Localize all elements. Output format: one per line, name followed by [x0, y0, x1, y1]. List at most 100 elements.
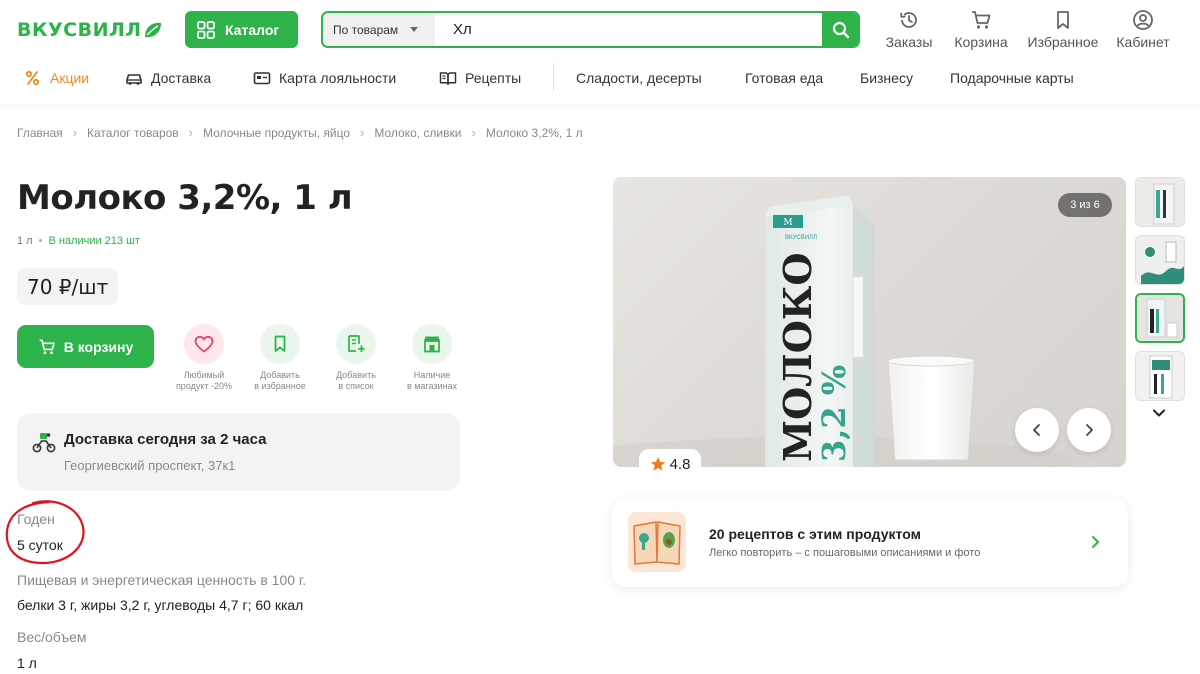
price-tag: 70 ₽/шт [17, 268, 119, 305]
nav-label: Доставка [151, 70, 212, 86]
nav-label: Готовая еда [745, 70, 824, 86]
thumbnail[interactable] [1135, 177, 1185, 227]
account-label: Кабинет [1116, 34, 1170, 50]
cart-link[interactable]: Корзина [946, 9, 1016, 50]
gallery-thumbnails [1135, 177, 1185, 409]
catalog-button[interactable]: Каталог [185, 11, 298, 48]
nav-item-recipes[interactable]: Рецепты [439, 67, 521, 89]
thumbnail-image [1136, 236, 1184, 284]
action-circle [260, 324, 300, 364]
search-button[interactable] [822, 13, 858, 46]
add-to-cart-button[interactable]: В корзину [17, 325, 154, 368]
action-label-line: продукт -20% [175, 381, 233, 391]
nav-item-ready-food[interactable]: Готовая еда [745, 67, 823, 89]
spec-label-nutrition: Пищевая и энергетическая ценность в 100 … [17, 572, 307, 588]
action-label: Добавить в список [336, 370, 376, 392]
nav-item-delivery[interactable]: Доставка [125, 67, 211, 89]
action-label-line: Наличие [413, 370, 451, 380]
user-icon [1133, 10, 1153, 30]
bookmark-icon [274, 335, 286, 352]
action-label-line: в магазинах [406, 381, 458, 391]
action-label: Наличие в магазинах [407, 370, 457, 392]
favorite-product-button[interactable]: Любимый продукт -20% [166, 324, 242, 392]
search-scope-label: По товарам [333, 22, 399, 37]
carton-product-text: МОЛОКО [775, 252, 820, 462]
chevron-right-icon [1086, 424, 1093, 436]
product-actions: Любимый продукт -20% Добавить в избранно… [166, 324, 470, 392]
bookmark-icon [1057, 11, 1069, 29]
delivery-title: Доставка сегодня за 2 часа [64, 431, 267, 448]
nav-label: Карта лояльности [279, 70, 397, 86]
breadcrumb-item[interactable]: Молоко, сливки [374, 126, 461, 140]
book-icon [439, 72, 457, 85]
thumbnail[interactable] [1135, 351, 1185, 401]
logo-text: ВКУСВИЛЛ [17, 19, 142, 41]
breadcrumb-item[interactable]: Главная [17, 126, 63, 140]
nav-label: Сладости, десерты [576, 70, 702, 86]
cart-icon [39, 339, 55, 354]
store-availability-button[interactable]: Наличие в магазинах [394, 324, 470, 392]
action-label-line: в список [338, 381, 374, 391]
action-label: Добавить в избранное [254, 370, 305, 392]
logo[interactable]: ВКУСВИЛЛ [17, 19, 163, 41]
favorites-label: Избранное [1027, 34, 1099, 50]
rating-value: 4.8 [669, 455, 691, 473]
gallery-counter: 3 из 6 [1058, 193, 1112, 217]
header-icons: Заказы Корзина Избранное Кабинет [878, 9, 1178, 50]
chevron-right-icon: › [72, 125, 78, 140]
search-scope-select[interactable]: По товарам [323, 13, 435, 46]
main-nav: Акции Доставка Карта лояльности Рецепты … [0, 63, 1200, 91]
recipes-subtitle: Легко повторить – с пошаговыми описаниям… [709, 547, 981, 559]
search-bar: По товарам [321, 11, 860, 48]
gallery-next-button[interactable] [1067, 408, 1111, 452]
percent-icon [25, 70, 40, 86]
product-volume: 1 л [17, 235, 33, 247]
thumbnail-image [1136, 178, 1184, 226]
delivery-address: Георгиевский проспект, 37к1 [64, 458, 236, 473]
chevron-right-icon: › [188, 125, 194, 140]
action-label-line: Любимый [183, 370, 225, 380]
add-to-list-button[interactable]: Добавить в список [318, 324, 394, 392]
carton-brand-text: ВКУСВИЛЛ [785, 235, 817, 241]
grid-icon [197, 20, 215, 39]
carton-percent-text: 3,2 % [815, 365, 853, 462]
action-label: Любимый продукт -20% [176, 370, 232, 392]
nav-item-business[interactable]: Бизнесу [860, 67, 913, 89]
orders-link[interactable]: Заказы [878, 9, 940, 50]
chevron-right-icon [1092, 536, 1099, 548]
recipes-card[interactable]: 20 рецептов с этим продуктом Легко повто… [612, 499, 1128, 587]
site-header: ВКУСВИЛЛ Каталог По товарам Хл Заказы Ко… [0, 0, 1200, 104]
chevron-left-icon [1033, 424, 1040, 436]
action-circle [336, 324, 376, 364]
thumbnail[interactable] [1135, 235, 1185, 285]
chevron-right-icon: › [360, 125, 365, 140]
breadcrumb-item[interactable]: Молочные продукты, яйцо [203, 126, 350, 140]
rating-badge: 4.8 [639, 449, 701, 479]
nav-label: Бизнесу [860, 70, 913, 86]
spec-value-volume: 1 л [17, 655, 37, 671]
breadcrumb-item[interactable]: Каталог товаров [87, 126, 179, 140]
catalog-label: Каталог [225, 21, 280, 38]
cart-label: Корзина [954, 34, 1008, 50]
caret-down-icon [410, 27, 419, 32]
nav-item-gift-cards[interactable]: Подарочные карты [950, 67, 1074, 89]
thumbnail-active[interactable] [1135, 293, 1185, 343]
breadcrumb-current: Молоко 3,2%, 1 л [485, 125, 583, 140]
gallery-prev-button[interactable] [1015, 408, 1059, 452]
favorites-link[interactable]: Избранное [1018, 9, 1108, 50]
card-icon [253, 72, 271, 85]
search-icon [832, 21, 850, 38]
stock-status: В наличии 213 шт [48, 235, 140, 247]
nav-divider [553, 63, 554, 91]
history-icon [900, 12, 917, 28]
delivery-card[interactable]: Доставка сегодня за 2 часа Георгиевский … [17, 413, 460, 491]
add-to-favorites-button[interactable]: Добавить в избранное [242, 324, 318, 392]
search-input[interactable] [435, 13, 822, 46]
nav-item-promo[interactable]: Акции [24, 67, 89, 89]
recipe-book-icon [628, 512, 686, 572]
account-link[interactable]: Кабинет [1108, 9, 1178, 50]
chevron-down-icon[interactable] [1152, 406, 1166, 420]
nav-item-sweets[interactable]: Сладости, десерты [576, 67, 702, 89]
nav-label: Акции [50, 70, 90, 86]
nav-item-loyalty[interactable]: Карта лояльности [253, 67, 396, 89]
